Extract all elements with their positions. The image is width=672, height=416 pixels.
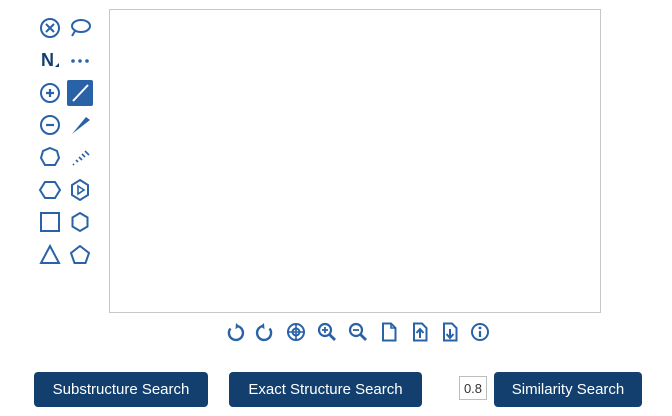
charge-plus-icon[interactable] (37, 80, 63, 106)
lasso-icon[interactable] (67, 15, 93, 41)
drawing-canvas[interactable] (109, 9, 601, 313)
cycloheptane-icon[interactable] (37, 144, 63, 170)
cyclopentane-icon[interactable] (67, 242, 93, 268)
similarity-threshold-input[interactable] (459, 376, 487, 400)
wedge-bond-icon[interactable] (67, 112, 93, 138)
similarity-search-button[interactable]: Similarity Search (494, 372, 642, 407)
substructure-search-button[interactable]: Substructure Search (34, 372, 208, 407)
cyclopropane-icon[interactable] (37, 242, 63, 268)
info-icon[interactable] (468, 320, 492, 344)
atom-n-icon[interactable]: N (37, 47, 63, 73)
upload-icon[interactable] (408, 320, 432, 344)
benzene-icon[interactable] (67, 177, 93, 203)
chain-icon[interactable] (67, 47, 93, 73)
zoom-in-icon[interactable] (315, 320, 339, 344)
redo-icon[interactable] (253, 320, 277, 344)
exact-structure-search-button[interactable]: Exact Structure Search (229, 372, 422, 407)
cyclobutane-icon[interactable] (37, 209, 63, 235)
undo-icon[interactable] (223, 320, 247, 344)
single-bond-icon[interactable] (67, 80, 93, 106)
center-icon[interactable] (284, 320, 308, 344)
hexagon-icon[interactable] (67, 209, 93, 235)
charge-minus-icon[interactable] (37, 112, 63, 138)
new-document-icon[interactable] (377, 320, 401, 344)
atom-n-label: N (41, 50, 54, 70)
cyclohexane-icon[interactable] (37, 177, 63, 203)
hash-bond-icon[interactable] (67, 144, 93, 170)
clear-icon[interactable] (37, 15, 63, 41)
download-icon[interactable] (438, 320, 462, 344)
zoom-out-icon[interactable] (346, 320, 370, 344)
